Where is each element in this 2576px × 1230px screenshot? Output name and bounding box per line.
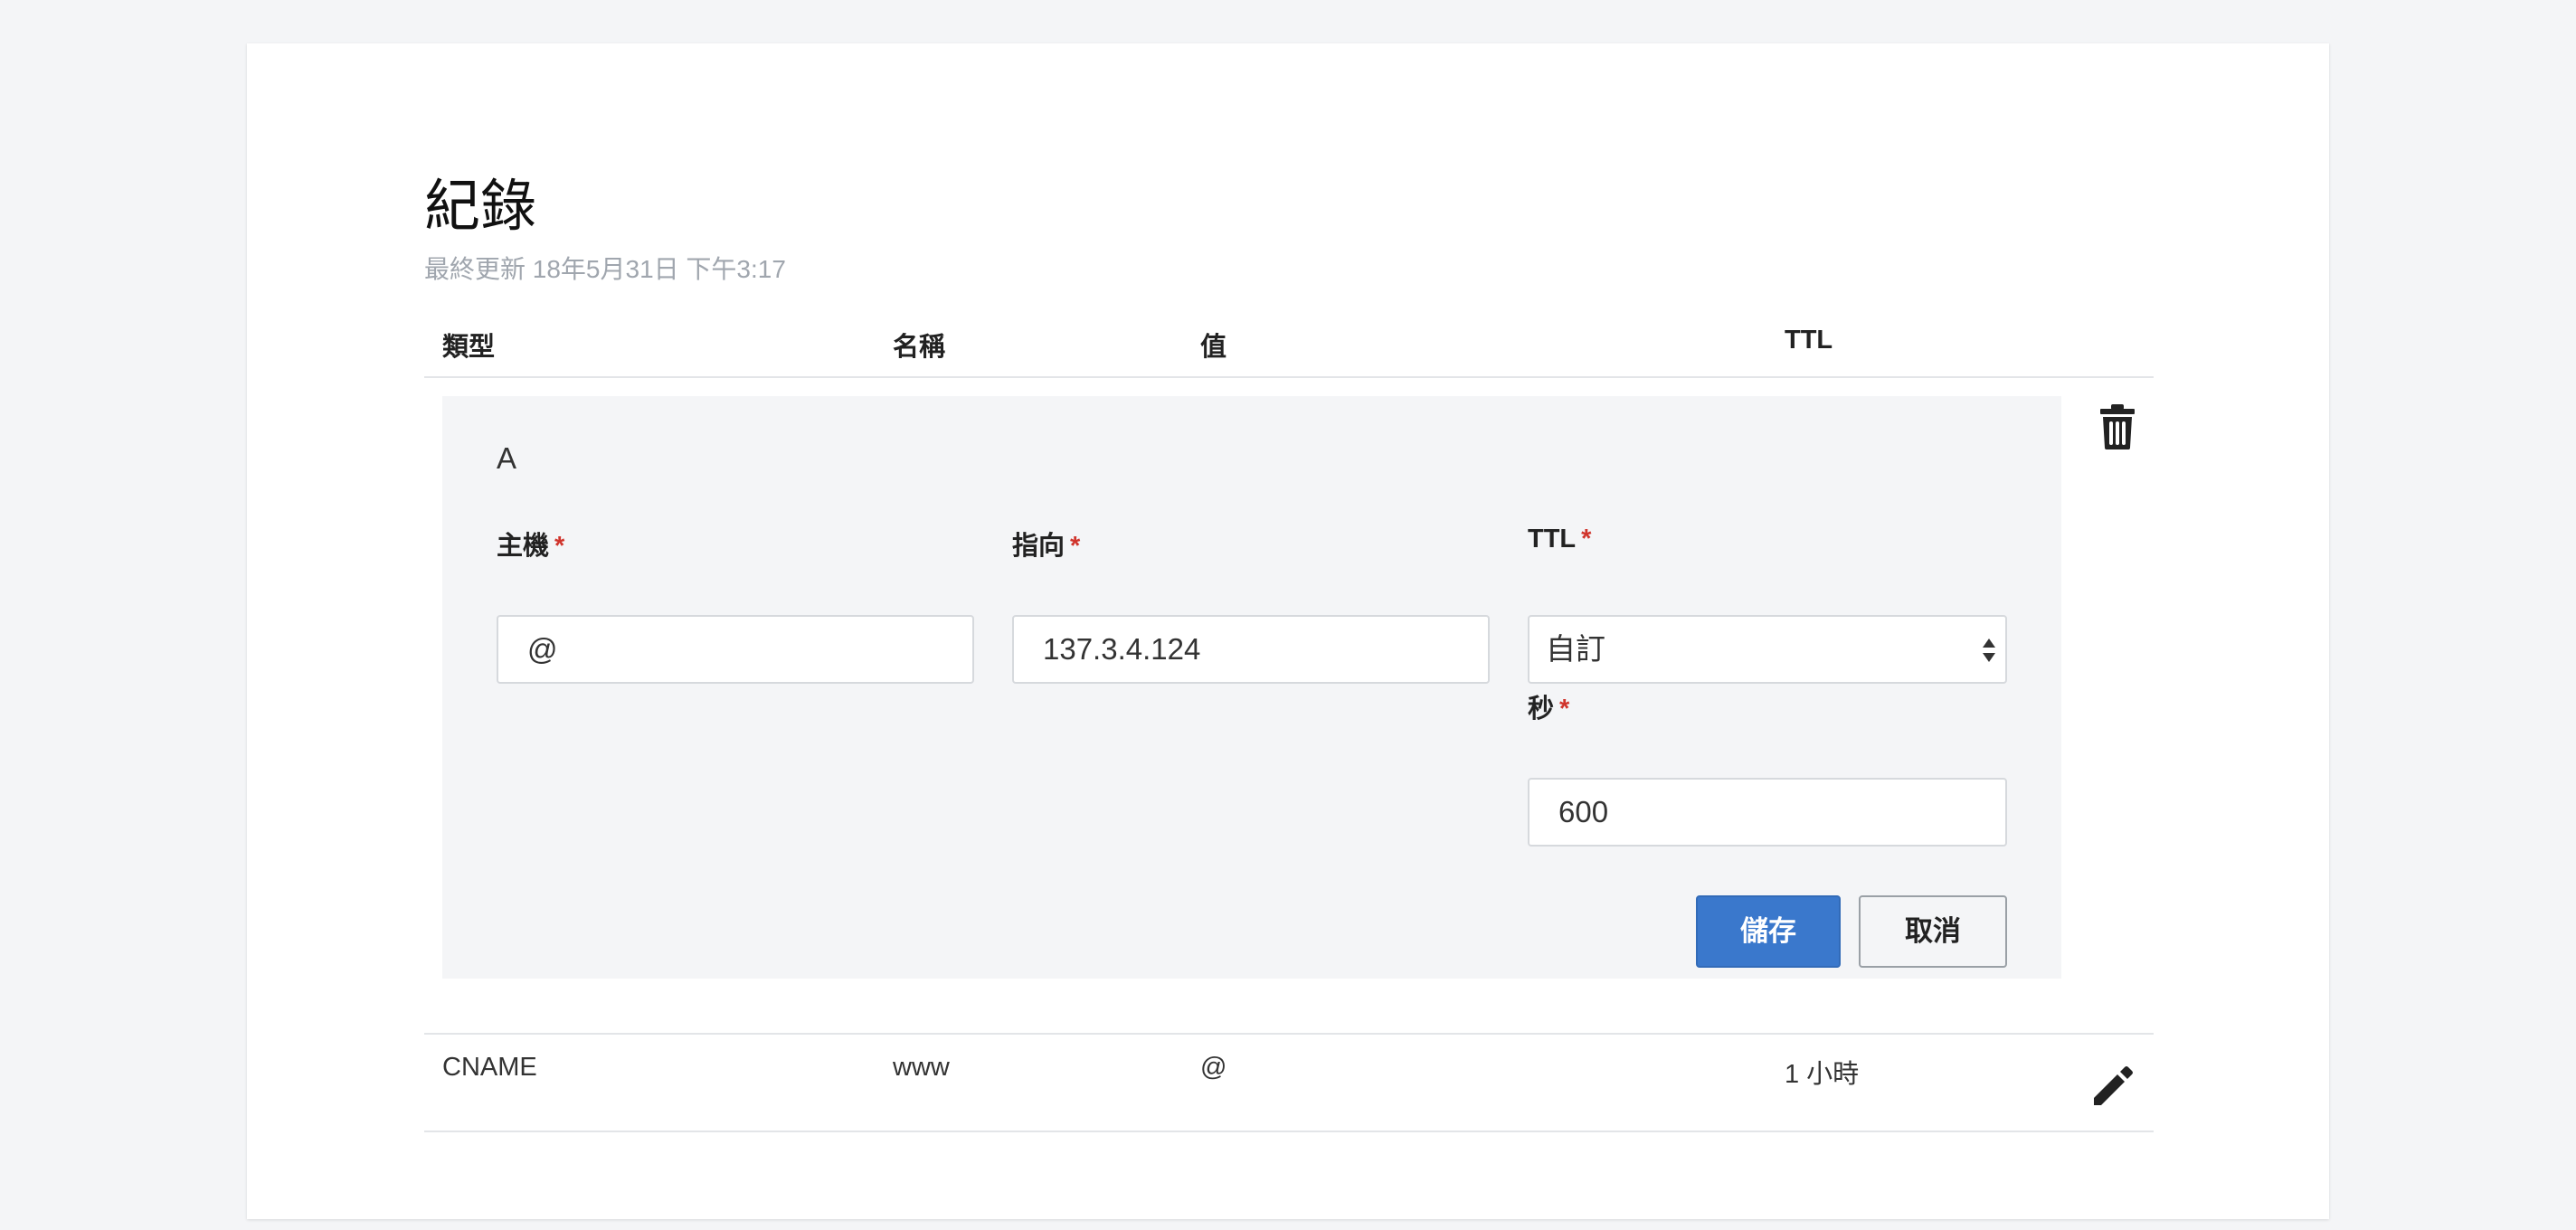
header-value: 值	[1200, 333, 1227, 362]
ttl-select[interactable]: 自訂	[1528, 615, 2007, 684]
points-to-label: 指向 *	[1012, 525, 1080, 563]
ttl-selected-value: 自訂	[1546, 632, 1605, 666]
host-label-text: 主機	[497, 532, 550, 561]
row-type: CNAME	[442, 1053, 537, 1082]
table-header: 類型 名稱 值 TTL	[424, 320, 2154, 378]
page-title: 紀錄	[424, 175, 537, 238]
table-row: CNAME www @ 1 小時	[424, 1033, 2154, 1132]
host-label: 主機 *	[497, 525, 564, 563]
ttl-label: TTL *	[1528, 525, 1591, 554]
record-edit-panel: A 主機 * @ 指向 * 137.3.4.124 TTL * 自訂 秒 * 6…	[442, 396, 2061, 979]
seconds-label-text: 秒	[1528, 695, 1555, 724]
row-name: www	[893, 1053, 950, 1082]
sort-arrows-icon	[1983, 639, 1995, 662]
seconds-input[interactable]: 600	[1528, 778, 2007, 847]
points-to-label-text: 指向	[1012, 532, 1065, 561]
trash-icon[interactable]	[2099, 403, 2136, 450]
table-row-partial	[424, 1131, 2154, 1230]
header-ttl: TTL	[1785, 326, 1833, 355]
seconds-label: 秒 *	[1528, 687, 1569, 725]
records-card: 紀錄 最終更新 18年5月31日 下午3:17 類型 名稱 值 TTL A 主機…	[247, 43, 2329, 1219]
save-button[interactable]: 儲存	[1696, 895, 1841, 968]
points-to-input[interactable]: 137.3.4.124	[1012, 615, 1490, 684]
record-type-label: A	[497, 441, 517, 475]
last-updated-text: 最終更新 18年5月31日 下午3:17	[424, 255, 786, 283]
header-type: 類型	[442, 333, 496, 362]
host-required-mark: *	[554, 532, 565, 561]
row-value: @	[1200, 1053, 1227, 1082]
header-name: 名稱	[893, 333, 946, 362]
cancel-button[interactable]: 取消	[1859, 895, 2007, 968]
pencil-icon[interactable]	[2090, 1062, 2137, 1109]
ttl-required-mark: *	[1581, 525, 1592, 554]
row-ttl: 1 小時	[1785, 1060, 1860, 1089]
ttl-label-text: TTL	[1528, 525, 1577, 554]
seconds-required-mark: *	[1559, 695, 1570, 724]
host-input[interactable]: @	[497, 615, 974, 684]
points-to-required-mark: *	[1070, 532, 1081, 561]
